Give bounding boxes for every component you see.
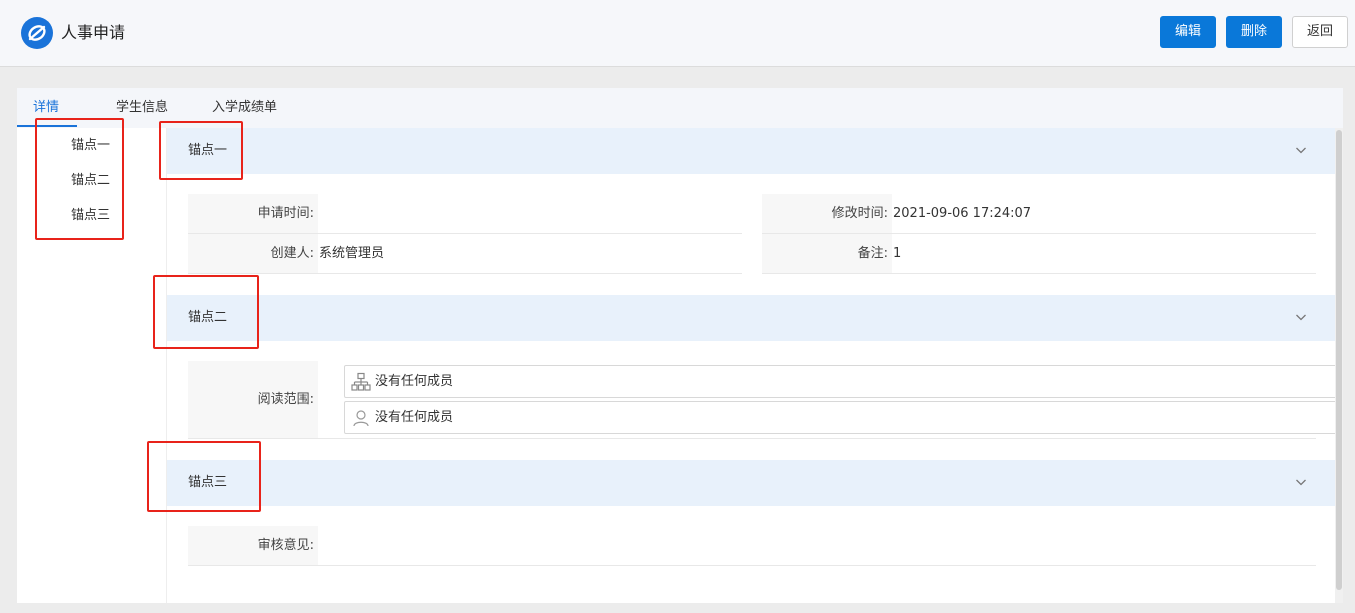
anchor-nav: 锚点一 锚点二 锚点三 (17, 128, 167, 603)
page-header: 人事申请 编辑 删除 返回 (0, 0, 1355, 67)
field-label: 阅读范围: (188, 361, 318, 438)
field-label: 创建人: (188, 234, 318, 273)
field-value: 1 (893, 246, 902, 261)
section-header-anchor3[interactable]: 锚点三 (167, 460, 1337, 506)
delete-button[interactable]: 删除 (1226, 16, 1282, 48)
field-value (318, 526, 319, 565)
field-apply-time: 申请时间: (188, 194, 742, 234)
user-member-text: 没有任何成员 (375, 410, 454, 425)
field-value: 2021-09-06 17:24:07 (893, 206, 1032, 221)
field-value (318, 194, 319, 233)
field-label: 修改时间: (762, 194, 892, 233)
anchor-link-3[interactable]: 锚点三 (71, 208, 110, 224)
section-title: 锚点三 (188, 475, 228, 490)
chevron-down-icon[interactable] (1293, 142, 1309, 158)
detail-content: 锚点一 申请时间: 修改时间: 2021-09-06 17:24:07 创建人:… (167, 128, 1342, 603)
field-value: 系统管理员 (319, 246, 385, 261)
section-header-anchor2[interactable]: 锚点二 (167, 295, 1337, 341)
field-read-scope: 阅读范围: 没有任何成员 没有任何成员 (188, 361, 1342, 439)
active-tab-indicator (17, 125, 77, 127)
section-header-anchor1[interactable]: 锚点一 (167, 128, 1337, 174)
detail-panel: 详情 学生信息 入学成绩单 锚点一 锚点二 锚点三 锚点一 申请时间: 修改时间… (17, 88, 1343, 603)
tab-student-info[interactable]: 学生信息 (116, 100, 168, 116)
org-member-text: 没有任何成员 (375, 374, 454, 389)
section-title: 锚点二 (188, 310, 228, 325)
field-remark: 备注: 1 (762, 234, 1316, 274)
chevron-down-icon[interactable] (1293, 309, 1309, 325)
user-member-selector[interactable]: 没有任何成员 (344, 401, 1342, 434)
tab-bar: 详情 学生信息 入学成绩单 (17, 88, 1343, 128)
page-title: 人事申请 (61, 23, 126, 42)
section-title: 锚点一 (188, 143, 228, 158)
org-member-selector[interactable]: 没有任何成员 (344, 365, 1342, 398)
scrollbar-thumb[interactable] (1336, 130, 1342, 590)
user-icon (353, 410, 369, 427)
field-review-opinion: 审核意见: (188, 526, 1316, 566)
edit-button[interactable]: 编辑 (1160, 16, 1216, 48)
anchor-link-1[interactable]: 锚点一 (71, 138, 110, 154)
field-label: 备注: (762, 234, 892, 273)
app-logo-icon (21, 17, 53, 49)
org-structure-icon (351, 372, 371, 391)
field-creator: 创建人: 系统管理员 (188, 234, 742, 274)
tab-details[interactable]: 详情 (33, 100, 59, 116)
field-modify-time: 修改时间: 2021-09-06 17:24:07 (762, 194, 1316, 234)
chevron-down-icon[interactable] (1293, 474, 1309, 490)
back-button[interactable]: 返回 (1292, 16, 1348, 48)
vertical-scrollbar[interactable] (1335, 128, 1343, 603)
anchor-link-2[interactable]: 锚点二 (71, 173, 110, 189)
tab-transcript[interactable]: 入学成绩单 (212, 100, 277, 116)
field-label: 审核意见: (188, 526, 318, 565)
field-label: 申请时间: (188, 194, 318, 233)
